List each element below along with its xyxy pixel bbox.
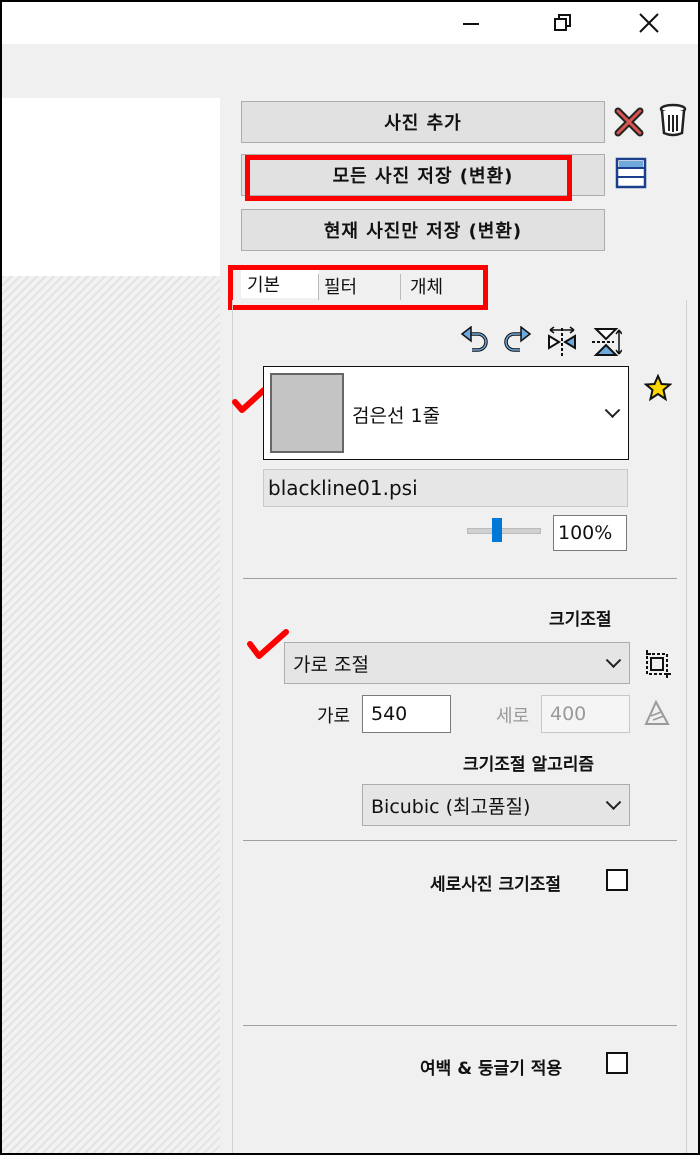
canvas-background [2,276,220,1153]
tab-divider [318,274,319,300]
margin-round-checkbox[interactable] [606,1052,628,1074]
section-divider [243,578,677,579]
crop-icon [646,650,671,678]
algorithm-title: 크기조절 알고리즘 [463,755,595,775]
chevron-down-icon [605,652,622,669]
rotate-left-button[interactable] [460,326,490,356]
list-button[interactable] [615,157,647,189]
toolbar [2,44,698,98]
width-input[interactable]: 540 [362,695,451,733]
flip-vertical-button[interactable] [590,326,622,358]
resize-title: 크기조절 [549,610,612,630]
chevron-down-icon [605,794,622,811]
height-input: 400 [541,695,630,733]
slider-track [467,528,541,534]
add-photo-label: 사진 추가 [384,113,462,134]
save-current-button[interactable]: 현재 사진만 저장 (변환) [241,209,605,251]
tab-basic-label: 기본 [247,275,281,296]
slider-thumb[interactable] [492,518,502,542]
portrait-resize-label: 세로사진 크기조절 [430,875,562,895]
tab-divider [400,274,401,300]
flip-horizontal-icon [548,326,576,356]
maximize-button[interactable] [540,2,586,44]
rotate-left-icon [460,326,488,352]
app-window: 사진 추가 모든 사진 저장 (변환) 현재 사진만 저장 (변환) 기본 필터… [0,0,700,1155]
restore-icon [554,14,571,31]
add-photo-button[interactable]: 사진 추가 [241,101,605,143]
clear-button[interactable] [614,107,644,137]
ratio-button[interactable] [642,698,672,728]
save-current-label: 현재 사진만 저장 (변환) [323,221,523,242]
opacity-slider[interactable] [467,516,541,544]
crop-button[interactable] [644,647,672,679]
resize-mode-select[interactable]: 가로 조절 [284,642,630,684]
portrait-resize-checkbox[interactable] [606,869,628,891]
list-icon [615,157,647,189]
algorithm-value: Bicubic (최고품질) [371,795,531,818]
width-value: 540 [371,703,408,725]
chevron-down-icon [604,402,621,419]
close-button[interactable] [626,2,672,44]
flip-horizontal-button[interactable] [546,326,578,358]
save-all-label: 모든 사진 저장 (변환) [332,166,514,187]
tab-object-label: 개체 [410,277,444,298]
delete-button[interactable] [658,103,688,137]
save-all-button[interactable]: 모든 사진 저장 (변환) [241,154,605,196]
minimize-button[interactable] [448,2,494,44]
tab-basic[interactable]: 기본 [241,270,319,298]
frame-file-name: blackline01.psi [268,476,418,500]
close-x-icon [614,107,644,137]
frame-thumbnail [270,373,344,453]
section-divider [243,1025,677,1026]
height-value: 400 [550,703,587,725]
photo-canvas[interactable] [2,98,220,276]
flip-vertical-icon [592,328,622,356]
ruler-icon [644,699,670,725]
title-bar [2,2,698,44]
opacity-field[interactable]: 100% [553,515,627,551]
opacity-value: 100% [558,522,613,544]
close-icon [639,13,659,33]
height-label: 세로 [496,706,530,727]
tab-filter[interactable]: 필터 [324,272,357,300]
margin-round-label: 여백 & 둥글기 적용 [420,1059,563,1079]
frame-selector[interactable]: 검은선 1줄 [263,366,629,460]
trash-icon [659,103,687,137]
minimize-icon [463,23,479,25]
width-label: 가로 [317,706,351,727]
star-icon [644,374,672,402]
section-divider [243,840,677,841]
rotate-right-button[interactable] [502,326,532,356]
rotate-right-icon [504,326,532,352]
algorithm-select[interactable]: Bicubic (최고품질) [362,784,630,826]
favorite-button[interactable] [644,374,672,402]
resize-mode-value: 가로 조절 [293,653,369,676]
tab-object[interactable]: 개체 [410,272,443,300]
frame-name: 검은선 1줄 [352,405,441,427]
tab-filter-label: 필터 [324,277,358,298]
frame-file-field: blackline01.psi [263,469,628,507]
